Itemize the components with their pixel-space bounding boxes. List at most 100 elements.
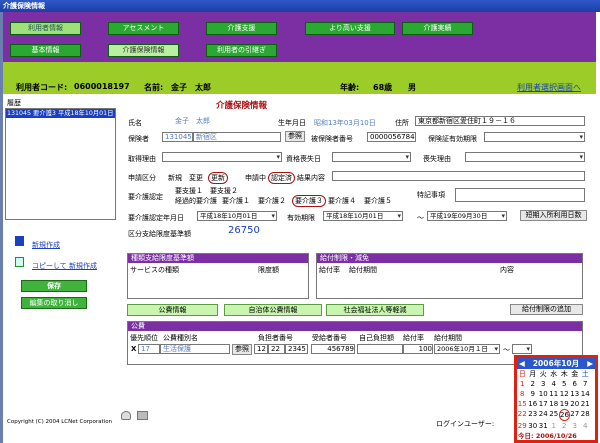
period-to-dropdown[interactable] [512, 344, 532, 354]
history-list[interactable]: 131045 要介護3 平成18年10月01日 [5, 108, 116, 220]
address-field[interactable]: 東京都新宿区愛住町１９－１６ [415, 116, 585, 126]
calendar-day[interactable]: 25 [549, 409, 560, 421]
calendar-day[interactable]: 9 [528, 389, 539, 399]
public-col-priority: 優先順位 [130, 334, 158, 342]
level-care2[interactable]: 要介護２ [258, 196, 286, 206]
nav-care-support[interactable]: 介護支援 [206, 22, 277, 35]
calendar-day[interactable]: 17 [538, 399, 549, 409]
calendar-day[interactable]: 16 [528, 399, 539, 409]
nav-higher-support[interactable]: より高い支援 [305, 22, 395, 35]
prev-month-button[interactable]: ◀ [519, 358, 525, 369]
payer-field-a[interactable]: 12 [254, 344, 268, 354]
recipient-field[interactable]: 456789 [311, 344, 355, 354]
insurer-code-field[interactable]: 131045 [162, 132, 193, 142]
level-support2[interactable]: 要支援２ [210, 186, 238, 196]
calendar-day[interactable]: 2 [528, 379, 539, 389]
copy-create-link[interactable]: コピーして 新規作成 [32, 261, 97, 271]
calendar-day[interactable]: 12 [559, 389, 570, 399]
reason-dropdown[interactable] [162, 152, 282, 162]
calendar-day[interactable]: 10 [538, 389, 549, 399]
nav-assessment[interactable]: アセスメント [108, 22, 179, 35]
app-during-option[interactable]: 申請中 [245, 173, 266, 183]
calendar-day[interactable]: 24 [538, 409, 549, 421]
benefit-col-rate: 給付率 [319, 266, 340, 274]
history-item[interactable]: 131045 要介護3 平成18年10月01日 [6, 109, 115, 118]
calendar-day[interactable]: 1 [517, 379, 528, 389]
calendar-day[interactable]: 6 [570, 379, 581, 389]
calendar-day[interactable]: 8 [517, 389, 528, 399]
tab-welfare-reduction[interactable]: 社会福祉法人等軽減 [326, 304, 424, 316]
select-user-link[interactable]: 利用者選択画面へ [517, 82, 581, 93]
app-change-option[interactable]: 変更 [189, 173, 203, 183]
calendar-today[interactable]: 今日: 2006/10/26 [518, 430, 577, 440]
calendar-day[interactable]: 13 [570, 389, 581, 399]
nav-user-handover[interactable]: 利用者の引継ぎ [206, 44, 277, 57]
self-pay-field[interactable] [357, 344, 403, 354]
result-field[interactable] [332, 171, 585, 181]
rate-field[interactable]: 100 [403, 344, 433, 354]
level-care1[interactable]: 要介護１ [222, 196, 250, 206]
lose-date-dropdown[interactable] [332, 152, 411, 162]
valid-period-label: 有効期限 [287, 214, 315, 222]
calendar-day[interactable]: 18 [549, 399, 560, 409]
level-transitional[interactable]: 経過的要介護 [175, 196, 217, 206]
calendar-day[interactable]: 3 [538, 379, 549, 389]
period-from-dropdown[interactable]: 2006年10月１日 [434, 344, 500, 354]
public-row-check[interactable]: X [131, 345, 136, 353]
calendar-day[interactable]: 22 [517, 409, 528, 421]
care-level-label: 要介護認定 [128, 193, 163, 201]
app-cert-option[interactable]: 認定済 [268, 172, 295, 184]
validity-label: 保険証有効期限 [428, 135, 477, 143]
tab-municipal-info[interactable]: 自治体公費情報 [224, 304, 322, 316]
level-care5[interactable]: 要介護５ [364, 196, 392, 206]
new-doc-icon[interactable] [15, 236, 24, 246]
insurer-name-field[interactable]: 新宿区 [193, 132, 281, 142]
nav-care-records[interactable]: 介護実績 [402, 22, 473, 35]
calendar-day[interactable]: 11 [549, 389, 560, 399]
calendar-day[interactable]: 14 [580, 389, 591, 399]
valid-to-dropdown[interactable]: 平成19年09月30日 [427, 211, 507, 221]
validity-dropdown[interactable] [484, 132, 585, 142]
payer-field-b[interactable]: 22 [268, 344, 285, 354]
app-new-option[interactable]: 新規 [168, 173, 182, 183]
calendar-day[interactable]: 4 [549, 379, 560, 389]
calendar-day[interactable]: 27 [570, 409, 581, 421]
calendar-day[interactable]: 15 [517, 399, 528, 409]
weekday-label: 金 [571, 370, 579, 378]
short-stay-button[interactable]: 短期入所利用日数 [520, 210, 587, 221]
next-month-button[interactable]: ▶ [587, 358, 593, 369]
valid-from-dropdown[interactable]: 平成18年10月01日 [323, 211, 403, 221]
special-notes-field[interactable] [455, 188, 585, 202]
calendar-day[interactable]: 28 [580, 409, 591, 421]
calendar-day[interactable]: 19 [559, 399, 570, 409]
nav-basic-info[interactable]: 基本情報 [10, 44, 81, 57]
public-ref-button[interactable]: 参照 [232, 344, 252, 355]
new-create-link[interactable]: 新規作成 [32, 240, 60, 250]
tab-public-info[interactable]: 公費情報 [127, 304, 218, 316]
copy-doc-icon[interactable] [15, 257, 24, 267]
nav-user-info[interactable]: 利用者情報 [10, 22, 81, 35]
nav-insurance-info[interactable]: 介護保険情報 [108, 44, 179, 57]
calendar-day[interactable]: 7 [580, 379, 591, 389]
level-support1[interactable]: 要支援１ [175, 186, 203, 196]
insurer-ref-button[interactable]: 参照 [285, 131, 305, 142]
cert-date-dropdown[interactable]: 平成18年10月01日 [197, 211, 277, 221]
cancel-edit-button[interactable]: 編集の取り消し [21, 297, 87, 309]
calendar-day[interactable]: 20 [570, 399, 581, 409]
app-renew-option[interactable]: 更新 [208, 172, 228, 184]
calendar-day[interactable]: 23 [528, 409, 539, 421]
public-type-field[interactable]: 生活保護 [160, 344, 230, 354]
calendar-day[interactable]: 5 [559, 379, 570, 389]
payer-field-c[interactable]: 2345 [285, 344, 308, 354]
calendar-day[interactable]: 26 [559, 409, 570, 421]
calendar-day[interactable]: 4 [580, 421, 591, 431]
special-notes-label: 特記事項 [417, 191, 445, 199]
add-limit-button[interactable]: 給付制限の追加 [510, 304, 583, 315]
calendar-day[interactable]: 21 [580, 399, 591, 409]
public-priority-field[interactable]: 17 [138, 344, 160, 354]
lose-reason-dropdown[interactable] [465, 152, 585, 162]
level-care3[interactable]: 要介護３ [292, 195, 326, 207]
insured-no-field[interactable]: 0000056784 [367, 132, 416, 142]
level-care4[interactable]: 要介護４ [328, 196, 356, 206]
save-button[interactable]: 保存 [21, 280, 87, 292]
